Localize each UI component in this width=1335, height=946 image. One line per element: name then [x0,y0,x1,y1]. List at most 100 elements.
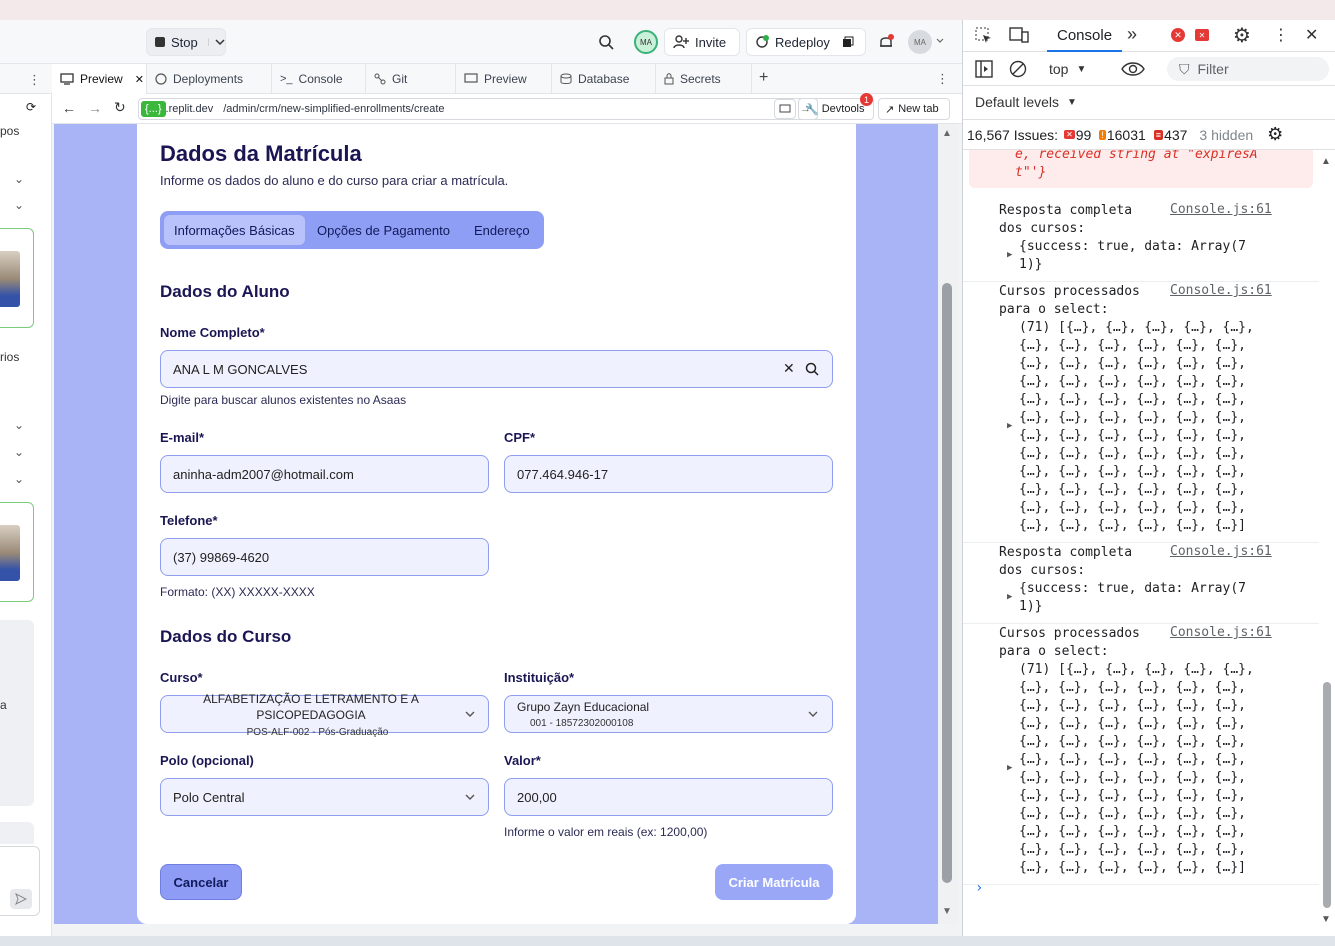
settings-icon[interactable]: ⚙ [1233,23,1251,48]
context-select[interactable]: top ▼ [1049,58,1086,80]
search-icon[interactable] [805,362,819,376]
name-field[interactable]: ANA L M GONCALVES ✕ [160,350,833,388]
send-icon[interactable] [10,889,32,909]
issues-icon[interactable]: ✕ [1195,29,1209,41]
search-icon[interactable] [598,34,614,50]
scroll-down-icon[interactable]: ▼ [942,906,952,917]
url-input[interactable]: {...} .replit.dev /admin/crm/new-simplif… [138,98,818,120]
message-object[interactable]: {success: true, data: Array(7 1)} [1019,238,1246,274]
sidebar-card[interactable] [0,502,34,602]
message-source-link[interactable]: Console.js:61 [1170,544,1272,559]
bell-icon[interactable] [878,33,894,51]
close-icon[interactable]: ✕ [135,73,144,86]
error-icon[interactable]: ✕ [1171,28,1185,42]
forward-icon[interactable]: → [88,100,102,116]
scroll-up-icon[interactable]: ▲ [1321,156,1331,167]
scroll-up-icon[interactable]: ▲ [942,128,952,139]
levels-select[interactable]: Default levels ▼ [975,94,1077,110]
clear-console-icon[interactable] [1009,60,1027,78]
refresh-icon[interactable]: ⟳ [26,100,36,114]
tab-basic-info[interactable]: Informações Básicas [164,215,305,245]
chevron-down-icon[interactable] [465,794,475,801]
expand-icon[interactable]: ▶ [1007,421,1012,431]
add-tab-icon[interactable]: + [759,69,768,87]
create-enrollment-button[interactable]: Criar Matrícula [715,864,833,900]
course-select[interactable]: ALFABETIZAÇÃO E LETRAMENTO E A PSICOPEDA… [160,692,489,738]
tab-payment-options[interactable]: Opções de Pagamento [307,215,460,245]
tab-database[interactable]: Database [552,64,656,94]
sidebar-toggle-icon[interactable] [975,60,993,78]
refresh-icon[interactable]: ↻ [114,99,126,116]
more-icon[interactable]: ⋮ [936,71,949,87]
message-source-link[interactable]: Console.js:61 [1170,625,1272,640]
close-icon[interactable]: ✕ [1305,25,1318,45]
console-scroll-thumb[interactable] [1323,682,1331,908]
chevron-down-icon[interactable]: ⌄ [14,445,24,459]
tab-secrets[interactable]: Secrets [656,64,752,94]
chevron-down-icon[interactable]: ⌄ [14,418,24,432]
chevron-down-icon[interactable]: ⌄ [14,172,24,186]
levels-bar: Default levels ▼ [963,86,1335,120]
devtools-button[interactable]: 🔧 Devtools 1 [798,93,874,120]
chat-input[interactable] [0,846,40,916]
chevron-down-icon[interactable]: ⌄ [14,472,24,486]
tab-label: Git [392,72,408,86]
screen-icon[interactable] [774,99,796,119]
section-student-title: Dados do Aluno [160,282,290,301]
more-icon[interactable]: ⋮ [1273,25,1289,45]
clear-icon[interactable]: ✕ [783,360,795,377]
preview-scroll-thumb[interactable] [942,283,952,883]
message-object[interactable]: (71) [{…}, {…}, {…}, {…}, {…}, {…}, {…},… [1019,319,1254,535]
filter-input[interactable]: ⛉ Filter [1167,57,1329,81]
tab-address[interactable]: Endereço [464,215,540,245]
chevron-down-icon[interactable] [808,711,818,718]
polo-select[interactable]: Polo Central [160,778,489,816]
message-source-link[interactable]: Console.js:61 [1170,283,1272,298]
tab-preview[interactable]: Preview ✕ [52,64,147,94]
user-avatar[interactable]: MA [908,30,932,54]
message-object[interactable]: (71) [{…}, {…}, {…}, {…}, {…}, {…}, {…},… [1019,661,1254,877]
tab-console[interactable]: Console [1047,20,1123,52]
settings-icon[interactable]: ⚙ [1267,124,1283,145]
copy-icon[interactable] [842,36,854,48]
cancel-button[interactable]: Cancelar [160,864,242,900]
issues-bar[interactable]: 16,567 Issues: ✕ 99 ! 16031 ≡ 437 3 hidd… [963,120,1335,150]
scroll-down-icon[interactable]: ▼ [1321,914,1331,925]
institution-select[interactable]: Grupo Zayn Educacional 001 - 18572302000… [504,695,833,733]
cpf-field[interactable]: 077.464.946-17 [504,455,833,493]
chevron-down-icon[interactable] [465,711,475,718]
tab-git[interactable]: Git [366,64,456,94]
more-tabs-icon[interactable]: » [1127,24,1137,45]
console-message: Cursos processados para o select: Consol… [963,625,1319,885]
chevron-down-icon[interactable] [207,38,225,46]
tab-deployments[interactable]: Deployments [147,64,272,94]
sidebar-card[interactable] [0,228,34,328]
expand-icon[interactable]: ▶ [1007,250,1012,260]
console-prompt-icon[interactable]: › [975,880,983,896]
chevron-down-icon[interactable]: ⌄ [14,198,24,212]
tab-label: Preview [80,72,123,86]
more-icon[interactable]: ⋮ [28,72,41,88]
tab-preview-2[interactable]: Preview [456,64,552,94]
email-field[interactable]: aninha-adm2007@hotmail.com [160,455,489,493]
back-icon[interactable]: ← [62,100,76,116]
redeploy-button[interactable]: Redeploy [746,28,866,56]
eye-icon[interactable] [1121,60,1145,78]
tab-console[interactable]: >_ Console [272,64,366,94]
devtools-panel: Console » ✕ ✕ ⚙ ⋮ ✕ top ▼ ⛉ Filter Defau… [962,20,1335,946]
avatar[interactable]: MA [634,30,658,54]
chevron-down-icon[interactable] [936,38,944,44]
message-source-link[interactable]: Console.js:61 [1170,202,1272,217]
device-toggle-icon[interactable] [1009,27,1029,43]
phone-field[interactable]: (37) 99869-4620 [160,538,489,576]
expand-icon[interactable]: ▶ [1007,592,1012,602]
filter-placeholder: Filter [1197,61,1229,77]
inspect-icon[interactable] [975,27,993,45]
section-course-title: Dados do Curso [160,627,292,646]
stop-button[interactable]: Stop [146,28,226,56]
invite-button[interactable]: Invite [664,28,740,56]
expand-icon[interactable]: ▶ [1007,763,1012,773]
value-field[interactable]: 200,00 [504,778,833,816]
new-tab-button[interactable]: ↗ New tab [878,98,950,120]
message-object[interactable]: {success: true, data: Array(7 1)} [1019,580,1246,616]
